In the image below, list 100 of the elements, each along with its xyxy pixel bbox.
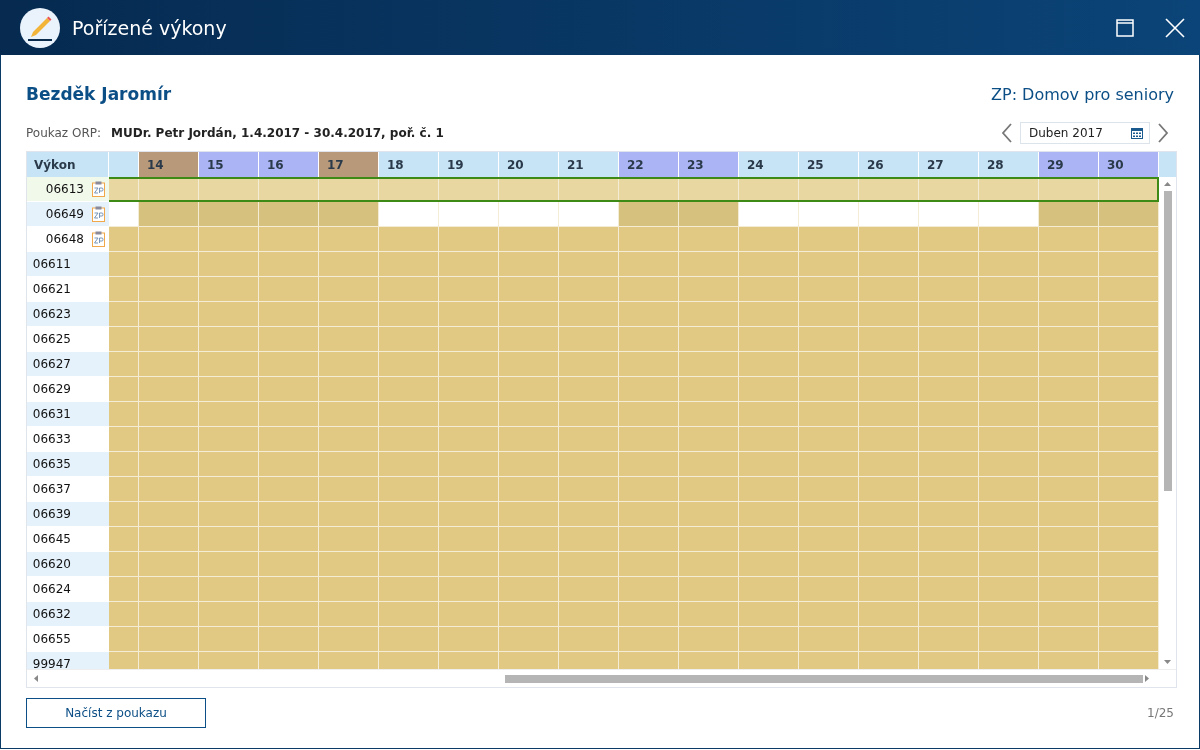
day-cell[interactable] [139,327,199,352]
day-cell[interactable] [499,577,559,602]
day-cell[interactable] [739,177,799,202]
day-cell[interactable] [799,602,859,627]
day-cell[interactable] [559,527,619,552]
day-cell[interactable] [1039,202,1099,227]
day-cell[interactable] [259,452,319,477]
day-cell[interactable] [379,577,439,602]
day-cell[interactable] [1099,577,1159,602]
day-cell[interactable] [439,352,499,377]
day-cell[interactable] [199,277,259,302]
day-cell[interactable] [679,577,739,602]
day-cell[interactable] [139,227,199,252]
day-cell[interactable] [979,277,1039,302]
day-cell[interactable] [739,202,799,227]
day-cell[interactable] [319,277,379,302]
table-row[interactable]: 06627 [27,352,1159,377]
day-cell[interactable] [1039,227,1099,252]
day-cell[interactable] [739,252,799,277]
day-cell[interactable] [739,327,799,352]
day-cell[interactable] [379,202,439,227]
table-row[interactable]: 99947 [27,652,1159,669]
day-cell[interactable] [109,552,139,577]
maximize-icon[interactable] [1116,18,1134,37]
day-cell[interactable] [1099,527,1159,552]
day-cell[interactable] [139,177,199,202]
day-cell[interactable] [259,377,319,402]
day-cell[interactable] [499,552,559,577]
day-cell[interactable] [979,477,1039,502]
day-cell[interactable] [739,502,799,527]
day-cell[interactable] [319,352,379,377]
day-cell[interactable] [1099,502,1159,527]
day-cell[interactable] [439,252,499,277]
day-cell[interactable] [319,477,379,502]
day-cell[interactable] [109,502,139,527]
day-cell[interactable] [919,402,979,427]
day-cell[interactable] [379,602,439,627]
day-cell[interactable] [799,527,859,552]
day-cell[interactable] [319,202,379,227]
day-cell[interactable] [259,577,319,602]
day-cell[interactable] [619,477,679,502]
day-cell[interactable] [1039,177,1099,202]
day-cell[interactable] [319,502,379,527]
day-cell[interactable] [199,552,259,577]
day-cell[interactable] [1039,252,1099,277]
day-cell[interactable] [1099,352,1159,377]
day-cell[interactable] [919,327,979,352]
day-cell[interactable] [439,202,499,227]
day-cell[interactable] [859,177,919,202]
day-cell[interactable] [319,577,379,602]
day-cell[interactable] [1039,477,1099,502]
day-cell[interactable] [559,277,619,302]
day-cell[interactable] [1099,427,1159,452]
day-cell[interactable] [439,302,499,327]
day-cell[interactable] [859,477,919,502]
day-cell[interactable] [139,602,199,627]
day-cell[interactable] [499,452,559,477]
day-cell[interactable] [559,477,619,502]
day-cell[interactable] [919,277,979,302]
day-cell[interactable] [199,427,259,452]
day-cell[interactable] [739,627,799,652]
day-cell[interactable] [199,502,259,527]
day-cell[interactable] [979,627,1039,652]
day-cell[interactable] [379,352,439,377]
day-cell[interactable] [199,402,259,427]
day-cell[interactable] [1039,402,1099,427]
day-cell[interactable] [559,252,619,277]
day-cell[interactable] [859,427,919,452]
day-cell[interactable] [109,602,139,627]
day-cell[interactable] [859,402,919,427]
day-cell[interactable] [619,327,679,352]
day-cell[interactable] [739,277,799,302]
day-cell[interactable] [319,427,379,452]
day-cell[interactable] [439,627,499,652]
day-cell[interactable] [619,177,679,202]
day-cell[interactable] [199,452,259,477]
day-cell[interactable] [259,252,319,277]
day-cell[interactable] [439,552,499,577]
day-cell[interactable] [619,252,679,277]
day-cell[interactable] [109,327,139,352]
day-cell[interactable] [259,627,319,652]
day-cell[interactable] [1039,452,1099,477]
table-row[interactable]: 06611 [27,252,1159,277]
table-row[interactable]: 06621 [27,277,1159,302]
day-cell[interactable] [1099,477,1159,502]
day-cell[interactable] [1099,327,1159,352]
day-cell[interactable] [319,627,379,652]
day-cell[interactable] [799,552,859,577]
day-cell[interactable] [799,402,859,427]
day-cell[interactable] [259,277,319,302]
day-cell[interactable] [619,302,679,327]
day-cell[interactable] [799,477,859,502]
day-cell[interactable] [559,402,619,427]
day-cell[interactable] [1039,577,1099,602]
day-cell[interactable] [559,602,619,627]
day-cell[interactable] [139,252,199,277]
day-cell[interactable] [799,227,859,252]
day-cell[interactable] [979,577,1039,602]
day-cell[interactable] [919,302,979,327]
table-row[interactable]: 06620 [27,552,1159,577]
